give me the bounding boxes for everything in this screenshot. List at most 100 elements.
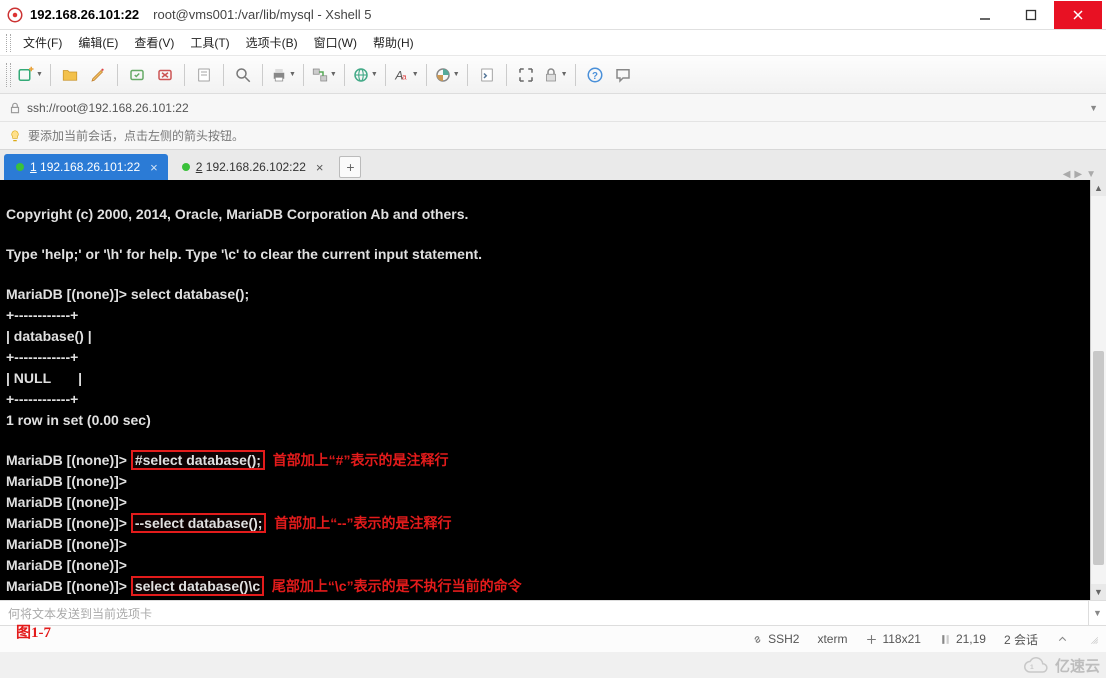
tab-close-icon[interactable]: × (150, 160, 158, 175)
font-button[interactable]: Aa▼ (391, 61, 421, 89)
send-input-dropdown-icon[interactable]: ▼ (1088, 601, 1106, 625)
menubar-grip[interactable] (6, 34, 11, 52)
status-dot-icon (182, 163, 190, 171)
new-session-button[interactable]: ▼ (15, 61, 45, 89)
address-text: ssh://root@192.168.26.101:22 (27, 101, 189, 115)
compose-button[interactable] (84, 61, 112, 89)
hint-text: 要添加当前会话，点击左侧的箭头按钮。 (28, 127, 244, 144)
term-line: Copyright (c) 2000, 2014, Oracle, MariaD… (6, 206, 468, 222)
svg-text:?: ? (592, 70, 598, 81)
cursor-pos-icon (939, 633, 952, 646)
scroll-down-icon[interactable]: ▼ (1091, 584, 1106, 600)
term-prompt: MariaDB [(none)]> (6, 473, 127, 489)
bulb-icon (8, 129, 22, 143)
menu-window[interactable]: 窗口(W) (307, 31, 364, 54)
resize-icon (865, 633, 878, 646)
term-line: +------------+ (6, 391, 78, 407)
highlight-comment-dashes: --select database(); (131, 513, 267, 533)
toolbar-grip[interactable] (6, 63, 11, 87)
tab-label: 192.168.26.102:22 (206, 160, 306, 174)
term-line: | NULL | (6, 370, 82, 386)
menu-tools[interactable]: 工具(T) (183, 31, 236, 54)
annotation: 首部加上“#”表示的是注释行 (273, 452, 449, 468)
transfer-button[interactable]: ▼ (309, 61, 339, 89)
disconnect-button[interactable] (151, 61, 179, 89)
chat-button[interactable] (609, 61, 637, 89)
toolbar: ▼ ▼ ▼ ▼ Aa▼ ▼ ▼ ? (0, 56, 1106, 94)
lock-button[interactable]: ▼ (540, 61, 570, 89)
annotation: 首部加上“--”表示的是注释行 (274, 515, 451, 531)
term-line: Type 'help;' or '\h' for help. Type '\c'… (6, 246, 482, 262)
reconnect-button[interactable] (123, 61, 151, 89)
term-prompt: MariaDB [(none)]> (6, 515, 127, 531)
tab-nav: ◀ ▶ ▼ (1063, 169, 1102, 180)
color-button[interactable]: ▼ (432, 61, 462, 89)
tab-session-2[interactable]: 2 192.168.26.102:22 × (170, 154, 334, 180)
send-input-placeholder[interactable]: 何将文本发送到当前选项卡 (0, 605, 1088, 622)
find-button[interactable] (229, 61, 257, 89)
status-grip-icon[interactable] (1087, 633, 1100, 646)
tab-add-button[interactable]: + (339, 156, 361, 178)
menu-view[interactable]: 查看(V) (127, 31, 181, 54)
status-proto: SSH2 (751, 632, 799, 646)
annotation: 尾部加上“\c”表示的是不执行当前的命令 (272, 578, 522, 594)
svg-text:1: 1 (1030, 664, 1034, 671)
titlebar: 192.168.26.101:22 root@vms001:/var/lib/m… (0, 0, 1106, 30)
tabbar: 1 192.168.26.101:22 × 2 192.168.26.102:2… (0, 150, 1106, 180)
status-sessions: 2 会话 (1004, 631, 1038, 648)
fullscreen-button[interactable] (512, 61, 540, 89)
script-button[interactable] (473, 61, 501, 89)
watermark: 1 亿速云 (1021, 655, 1100, 676)
app-icon (6, 6, 24, 24)
tab-number: 2 (196, 160, 203, 174)
terminal-scrollbar[interactable]: ▲ ▼ (1090, 180, 1106, 600)
link-icon (751, 633, 764, 646)
status-dot-icon (16, 163, 24, 171)
term-line: +------------+ (6, 307, 78, 323)
tab-prev-icon[interactable]: ◀ (1063, 169, 1071, 180)
statusbar: SSH2 xterm 118x21 21,19 2 会话 (0, 626, 1106, 652)
scroll-thumb[interactable] (1093, 351, 1104, 564)
open-button[interactable] (56, 61, 84, 89)
status-size: 118x21 (865, 632, 920, 646)
scroll-up-icon[interactable]: ▲ (1091, 180, 1106, 196)
addressbar[interactable]: ssh://root@192.168.26.101:22 ▼ (0, 94, 1106, 122)
tab-number: 1 (30, 160, 37, 174)
status-pos: 21,19 (939, 632, 986, 646)
close-button[interactable] (1054, 1, 1102, 29)
term-prompt: MariaDB [(none)]> (6, 557, 127, 573)
menu-help[interactable]: 帮助(H) (366, 31, 421, 54)
term-prompt: MariaDB [(none)]> (6, 578, 127, 594)
term-prompt: MariaDB [(none)]> (6, 286, 127, 302)
term-cmd: select database(); (131, 286, 249, 302)
term-line: +------------+ (6, 349, 78, 365)
help-icon-button[interactable]: ? (581, 61, 609, 89)
title-path: root@vms001:/var/lib/mysql - Xshell 5 (153, 7, 371, 22)
term-prompt: MariaDB [(none)]> (6, 452, 127, 468)
term-prompt: MariaDB [(none)]> (6, 536, 127, 552)
term-line: | database() | (6, 328, 92, 344)
term-line: 1 row in set (0.00 sec) (6, 412, 151, 428)
tab-close-icon[interactable]: × (316, 160, 324, 175)
highlight-cancel-c: select database()\c (131, 576, 264, 596)
minimize-button[interactable] (962, 1, 1008, 29)
tab-next-icon[interactable]: ▶ (1074, 169, 1082, 180)
address-dropdown-icon[interactable]: ▼ (1089, 103, 1098, 113)
status-up-icon[interactable] (1056, 633, 1069, 646)
maximize-button[interactable] (1008, 1, 1054, 29)
term-prompt: MariaDB [(none)]> (6, 494, 127, 510)
tab-menu-icon[interactable]: ▼ (1086, 169, 1096, 180)
figure-label: 图1-7 (16, 621, 51, 642)
print-button[interactable]: ▼ (268, 61, 298, 89)
terminal[interactable]: Copyright (c) 2000, 2014, Oracle, MariaD… (0, 180, 1090, 600)
term-prompt: MariaDB [(none)]> (6, 599, 127, 600)
highlight-comment-hash: #select database(); (131, 450, 265, 470)
menu-tabs[interactable]: 选项卡(B) (239, 31, 305, 54)
web-button[interactable]: ▼ (350, 61, 380, 89)
send-input-bar[interactable]: 何将文本发送到当前选项卡 ▼ (0, 600, 1106, 626)
cloud-icon: 1 (1021, 656, 1051, 676)
properties-button[interactable] (190, 61, 218, 89)
menu-file[interactable]: 文件(F) (16, 31, 69, 54)
menu-edit[interactable]: 编辑(E) (71, 31, 125, 54)
tab-session-1[interactable]: 1 192.168.26.101:22 × (4, 154, 168, 180)
